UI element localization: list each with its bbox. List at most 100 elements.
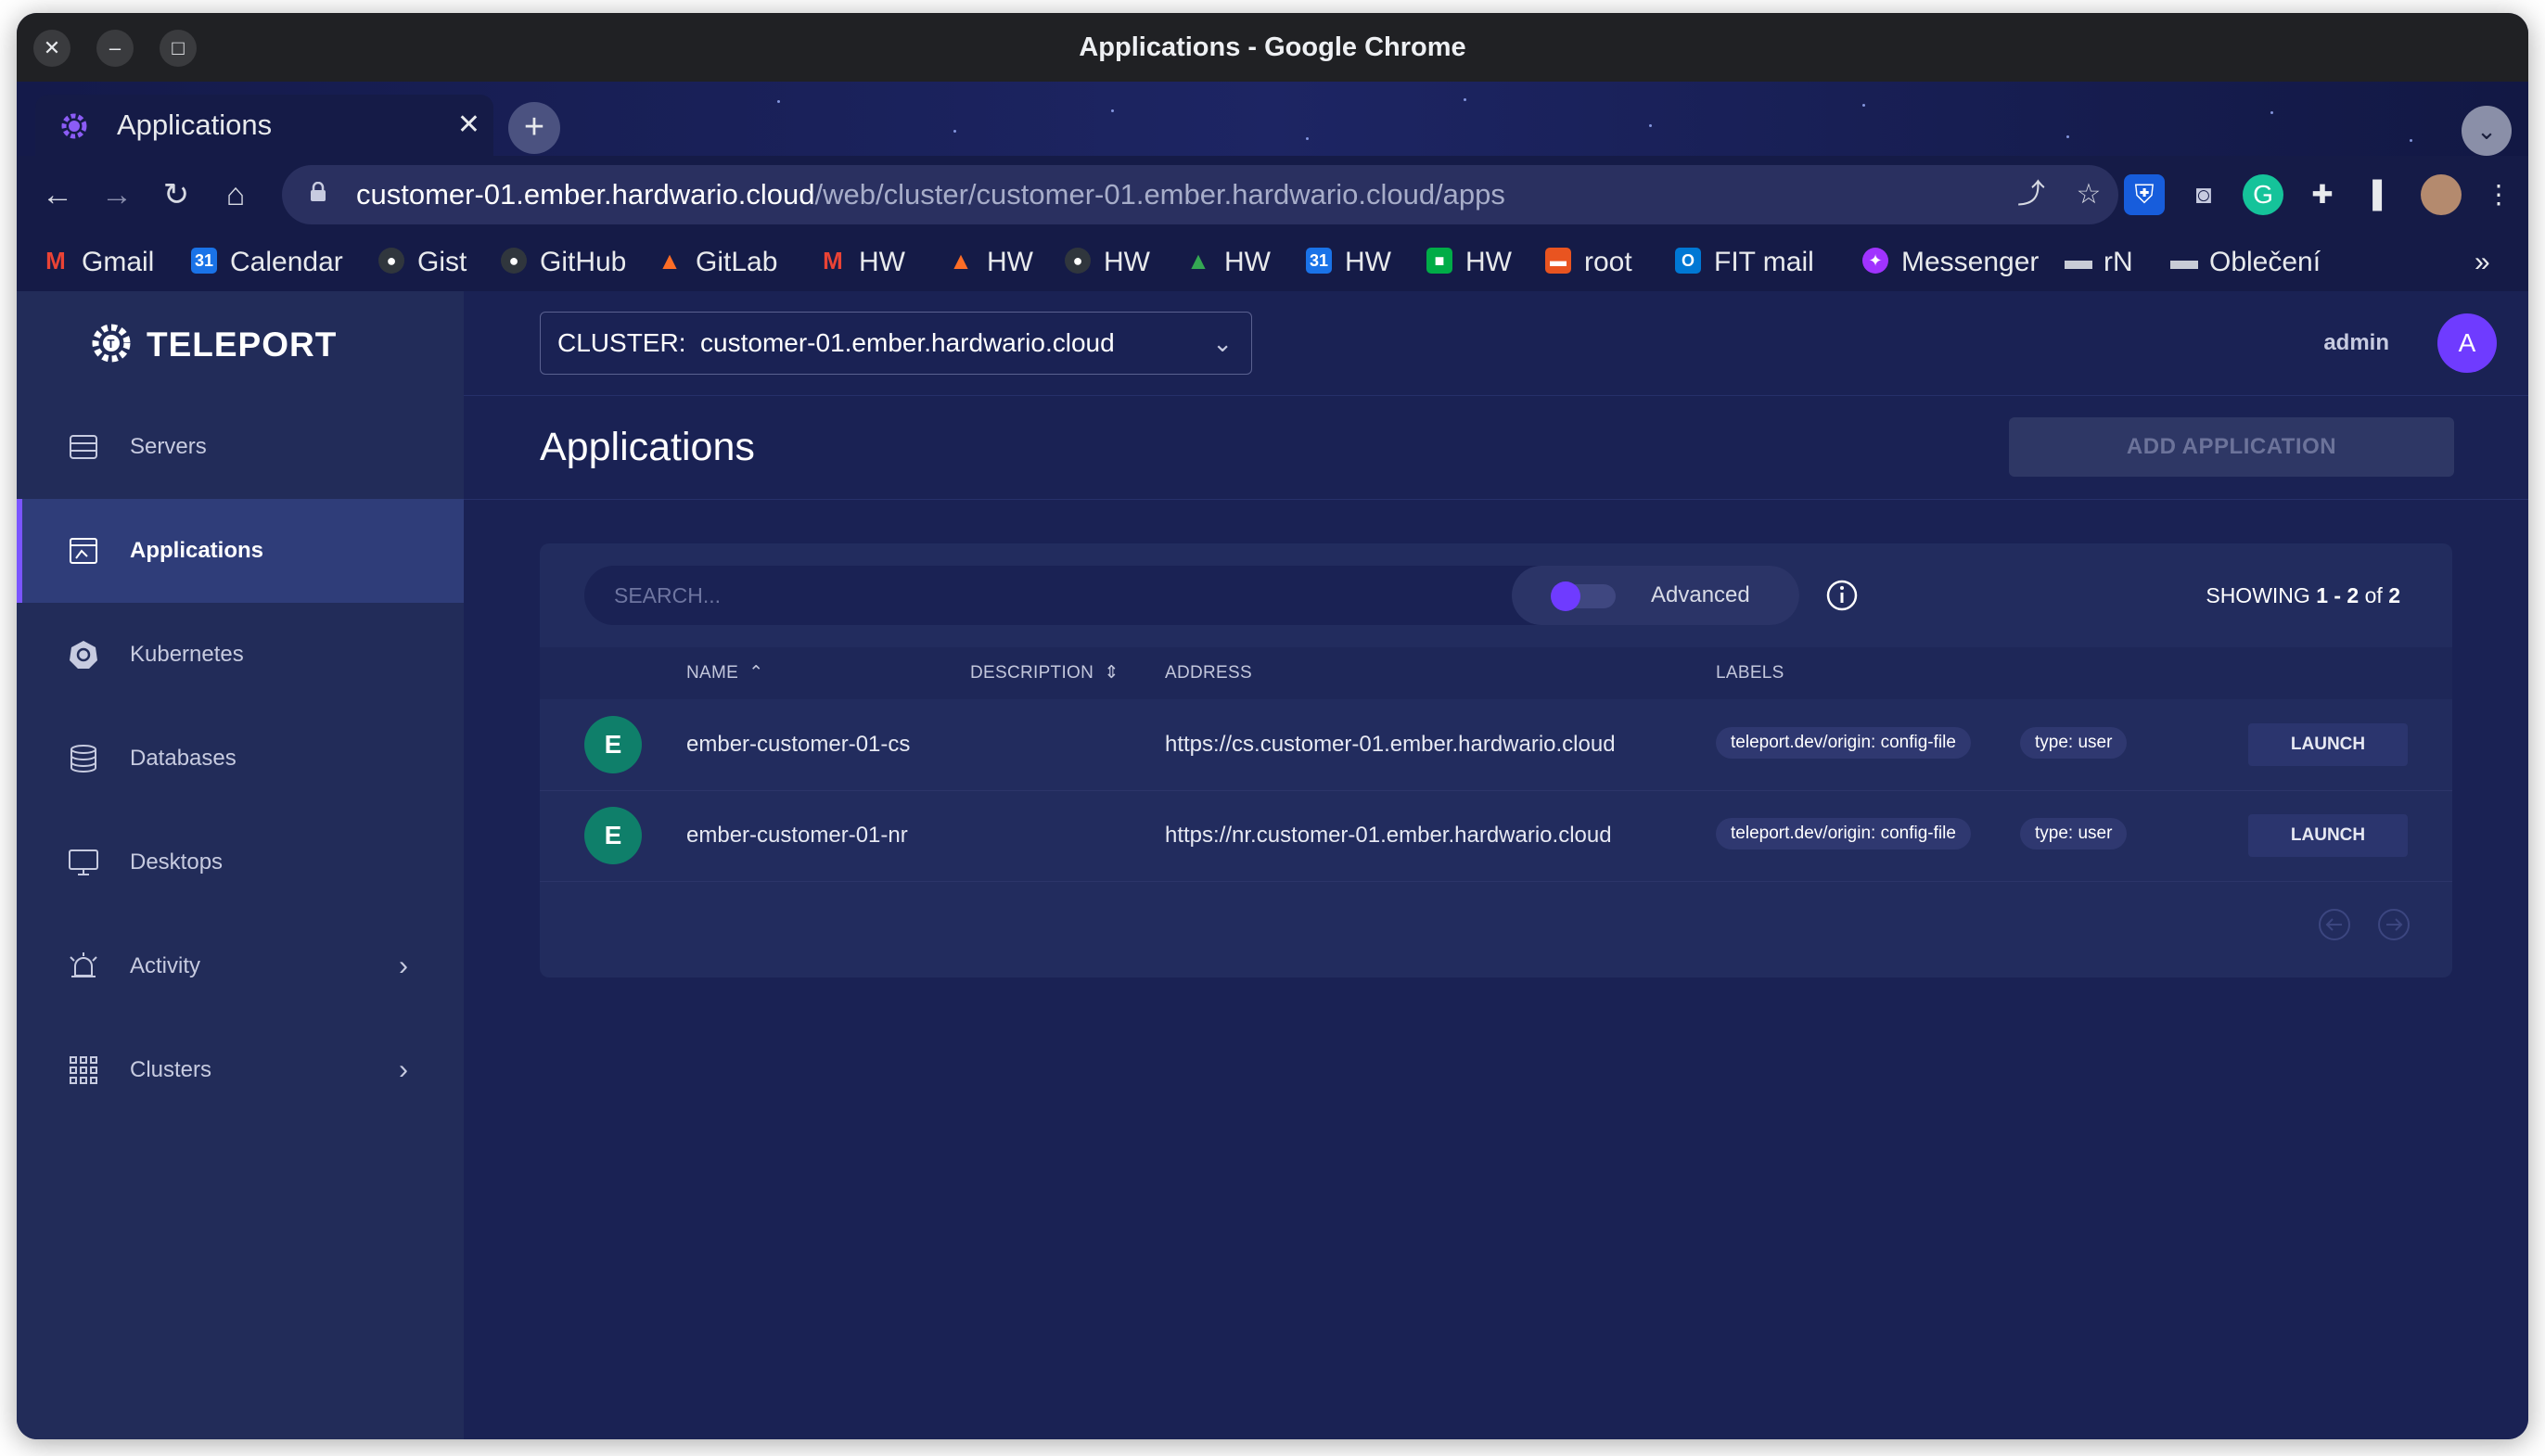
column-name-header[interactable]: NAME ⌃ bbox=[686, 647, 764, 699]
bookmark-item[interactable]: ▬ root bbox=[1545, 234, 1632, 291]
chevron-down-icon: ⌄ bbox=[1212, 329, 1233, 357]
sidebar-item-kubernetes[interactable]: Kubernetes bbox=[17, 603, 464, 707]
advanced-label: Advanced bbox=[1651, 582, 1750, 607]
bookmark-label: HW bbox=[1224, 247, 1271, 277]
grammarly-extension-icon[interactable]: G bbox=[2243, 174, 2283, 215]
back-icon[interactable]: ← bbox=[37, 174, 78, 215]
sidebar-item-servers[interactable]: Servers bbox=[17, 395, 464, 499]
address-bar[interactable]: customer-01.ember.hardwario.cloud/web/cl… bbox=[282, 165, 2118, 224]
bookmark-item[interactable]: ■ HW bbox=[1426, 234, 1512, 291]
bookmark-item[interactable]: ▲ GitLab bbox=[657, 234, 777, 291]
add-application-button[interactable]: ADD APPLICATION bbox=[2009, 417, 2454, 477]
user-avatar[interactable]: A bbox=[2437, 313, 2497, 373]
label-chip: type: user bbox=[2020, 818, 2128, 849]
cluster-label: CLUSTER: bbox=[557, 328, 686, 357]
bookmark-item[interactable]: ● HW bbox=[1065, 234, 1150, 291]
bookmark-item[interactable]: O FIT mail bbox=[1675, 234, 1814, 291]
outlook-icon: O bbox=[1675, 248, 1701, 275]
bookmark-item[interactable]: 31 HW bbox=[1306, 234, 1391, 291]
bookmark-star-icon[interactable]: ☆ bbox=[2068, 174, 2109, 215]
url-text: customer-01.ember.hardwario.cloud/web/cl… bbox=[356, 178, 1505, 211]
bookmark-item[interactable]: ▬ Oblečení bbox=[2170, 234, 2321, 291]
bookmark-item[interactable]: ▲ HW bbox=[1185, 234, 1271, 291]
alarm-icon bbox=[70, 952, 97, 977]
sidebar-item-clusters[interactable]: Clusters › bbox=[17, 1018, 464, 1122]
bookmark-item[interactable]: M Gmail bbox=[43, 234, 154, 291]
sidebar-item-applications[interactable]: Applications bbox=[17, 499, 464, 603]
bookmark-label: HW bbox=[1104, 247, 1150, 277]
bookmark-label: Calendar bbox=[230, 247, 343, 277]
sidebar-item-label: Databases bbox=[130, 746, 237, 771]
forward-icon[interactable]: → bbox=[96, 174, 137, 215]
search-bar: SEARCH... Advanced bbox=[584, 566, 1799, 625]
table-row: E ember-customer-01-nr https://nr.custom… bbox=[540, 790, 2452, 882]
bookmark-item[interactable]: ▲ HW bbox=[948, 234, 1033, 291]
extensions-icon[interactable]: ✚ bbox=[2302, 174, 2343, 215]
profile-avatar-icon[interactable] bbox=[2421, 174, 2462, 215]
screenshot-extension-icon[interactable]: ◙ bbox=[2183, 174, 2224, 215]
app-address: https://cs.customer-01.ember.hardwario.c… bbox=[1165, 732, 1616, 757]
tab-search-button[interactable]: ⌄ bbox=[2462, 106, 2512, 156]
messenger-icon: ✦ bbox=[1862, 248, 1888, 275]
share-icon[interactable]: ⤴ bbox=[2011, 174, 2052, 215]
tab-close-icon[interactable]: ✕ bbox=[457, 95, 480, 156]
drive-icon: ▲ bbox=[1186, 247, 1210, 275]
bookmark-item[interactable]: 31 Calendar bbox=[191, 234, 343, 291]
teleport-logo-icon: T bbox=[92, 324, 131, 363]
desktop-icon bbox=[69, 849, 98, 875]
bookmark-label: HW bbox=[1345, 247, 1391, 277]
new-tab-button[interactable]: + bbox=[508, 102, 560, 154]
column-description-header[interactable]: DESCRIPTION ⇕ bbox=[970, 647, 1119, 699]
gmail-icon: M bbox=[823, 247, 843, 275]
table-header: NAME ⌃ DESCRIPTION ⇕ ADDRESS LABELS bbox=[540, 647, 2452, 699]
chat-icon: ■ bbox=[1426, 248, 1452, 275]
teleport-logo[interactable]: T TELEPORT bbox=[89, 317, 337, 373]
browser-window: ✕ – □ Applications - Google Chrome Appli… bbox=[17, 13, 2528, 1439]
previous-page-icon[interactable] bbox=[2317, 907, 2352, 942]
sort-ascending-icon: ⌃ bbox=[748, 663, 764, 683]
bookmark-label: HW bbox=[987, 247, 1033, 277]
bookmark-label: rN bbox=[2104, 247, 2133, 277]
bookmarks-overflow-icon[interactable]: » bbox=[2475, 234, 2490, 291]
username[interactable]: admin bbox=[2323, 291, 2389, 395]
bookmarks-bar: ▬ Oblečení ▬ rN ✦ Messenger O FIT mail ▬ root ■ HW 3… bbox=[17, 234, 2528, 292]
bookmark-item[interactable]: ● GitHub bbox=[501, 234, 626, 291]
toggle-switch[interactable] bbox=[1551, 581, 1616, 611]
tab-applications[interactable]: Applications ✕ bbox=[35, 95, 493, 156]
info-icon[interactable] bbox=[1825, 579, 1859, 612]
toggle-knob bbox=[1551, 581, 1580, 611]
advanced-search-toggle[interactable]: Advanced bbox=[1512, 566, 1799, 625]
bitwarden-extension-icon[interactable]: ⛨ bbox=[2124, 174, 2165, 215]
home-icon[interactable]: ⌂ bbox=[215, 174, 256, 215]
next-page-icon[interactable] bbox=[2376, 907, 2411, 942]
lock-icon bbox=[311, 182, 326, 201]
sidebar-item-activity[interactable]: Activity › bbox=[17, 914, 464, 1018]
tab-title: Applications bbox=[117, 109, 273, 141]
server-icon bbox=[70, 435, 97, 459]
launch-button[interactable]: LAUNCH bbox=[2248, 814, 2408, 857]
bookmark-item[interactable]: ▬ rN bbox=[2065, 234, 2133, 291]
page-header: Applications ADD APPLICATION bbox=[464, 395, 2528, 500]
gitlab-icon: ▲ bbox=[658, 247, 682, 275]
sidebar-item-label: Clusters bbox=[130, 1057, 212, 1082]
browser-menu-icon[interactable]: ⋮ bbox=[2478, 174, 2519, 215]
bookmark-label: Gmail bbox=[82, 247, 155, 277]
sort-icon: ⇕ bbox=[1104, 663, 1119, 683]
side-panel-icon[interactable]: ▌ bbox=[2361, 174, 2402, 215]
sidebar-item-databases[interactable]: Databases bbox=[17, 707, 464, 811]
reload-icon[interactable]: ↻ bbox=[156, 174, 197, 215]
teleport-app: T TELEPORT Servers Applications Kubernet… bbox=[17, 291, 2528, 1439]
sidebar-item-desktops[interactable]: Desktops bbox=[17, 811, 464, 914]
table-row: E ember-customer-01-cs https://cs.custom… bbox=[540, 699, 2452, 791]
bookmark-item[interactable]: ● Gist bbox=[378, 234, 467, 291]
bookmark-item[interactable]: M HW bbox=[820, 234, 905, 291]
bookmark-label: GitHub bbox=[540, 247, 627, 277]
search-input[interactable]: SEARCH... bbox=[614, 566, 721, 625]
title-bar: ✕ – □ Applications - Google Chrome bbox=[17, 13, 2528, 82]
bookmark-item[interactable]: ✦ Messenger bbox=[1862, 234, 2039, 291]
applications-panel: SEARCH... Advanced SHOWING 1 - 2 of 2 NA… bbox=[540, 543, 2452, 977]
launch-button[interactable]: LAUNCH bbox=[2248, 723, 2408, 766]
sidebar-item-label: Kubernetes bbox=[130, 642, 244, 667]
github-icon: ● bbox=[378, 248, 404, 275]
cluster-selector[interactable]: CLUSTER: customer-01.ember.hardwario.clo… bbox=[540, 312, 1252, 375]
